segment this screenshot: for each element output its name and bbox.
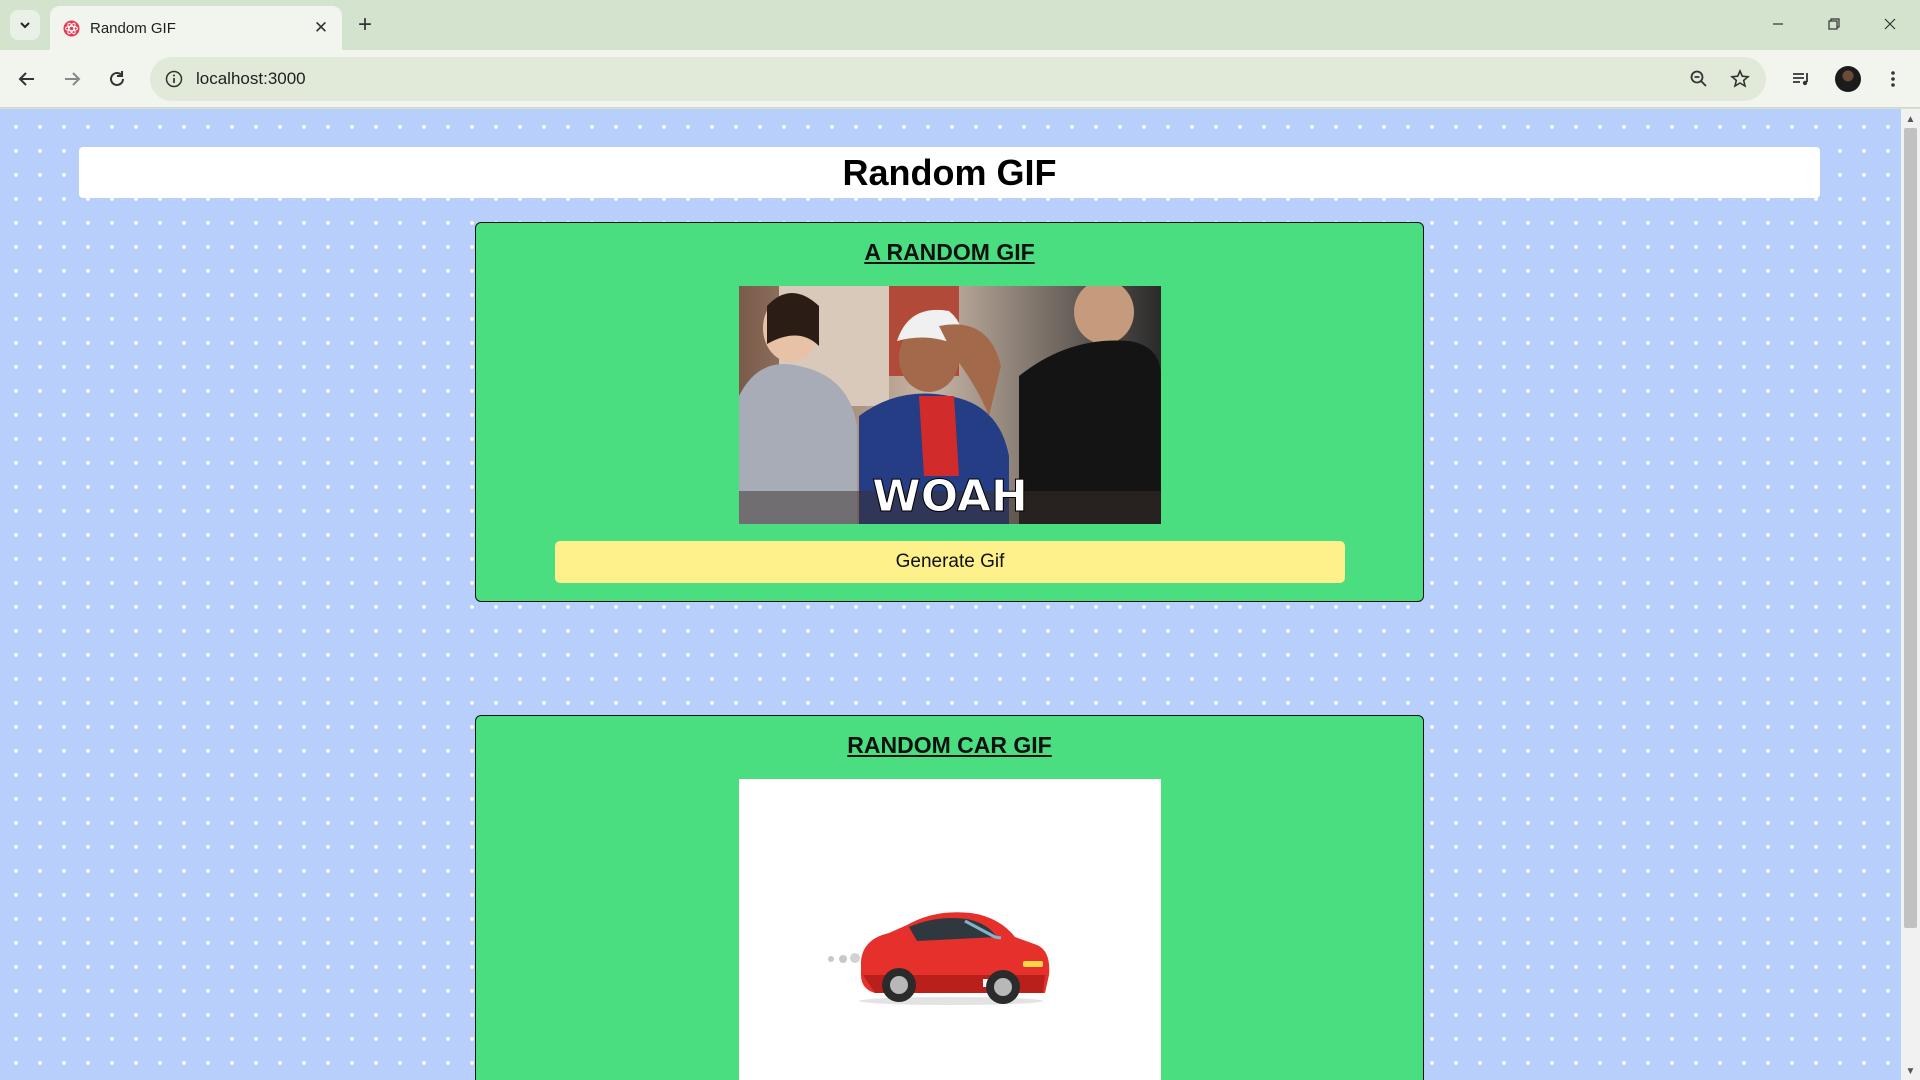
generate-gif-button[interactable]: Generate Gif bbox=[555, 541, 1345, 583]
site-info-icon[interactable] bbox=[162, 67, 186, 91]
chevron-down-icon bbox=[20, 22, 30, 29]
vertical-scrollbar[interactable]: ▲ ▼ bbox=[1901, 109, 1920, 1080]
more-menu-icon[interactable] bbox=[1877, 63, 1909, 95]
minimize-window-icon[interactable] bbox=[1750, 0, 1806, 48]
forward-arrow-icon[interactable] bbox=[54, 61, 90, 97]
tab-search-button[interactable] bbox=[10, 10, 40, 40]
page-header: Random GIF bbox=[79, 147, 1820, 198]
page-viewport: Random GIF A RANDOM GIF WOAH Generate Gi… bbox=[0, 109, 1901, 1080]
card-heading: RANDOM CAR GIF bbox=[847, 732, 1052, 758]
profile-avatar[interactable] bbox=[1835, 66, 1861, 92]
address-bar[interactable]: localhost:3000 bbox=[150, 57, 1766, 101]
close-tab-icon[interactable]: ✕ bbox=[309, 16, 333, 40]
back-arrow-icon[interactable] bbox=[9, 61, 45, 97]
react-favicon-icon bbox=[63, 20, 80, 37]
zoom-icon[interactable] bbox=[1685, 65, 1713, 93]
new-tab-button[interactable]: + bbox=[350, 10, 380, 40]
scrollbar-thumb[interactable] bbox=[1904, 128, 1917, 928]
media-queue-icon[interactable] bbox=[1785, 63, 1817, 95]
scroll-up-arrow-icon[interactable]: ▲ bbox=[1905, 112, 1916, 126]
card-heading: A RANDOM GIF bbox=[864, 239, 1035, 265]
restore-window-icon[interactable] bbox=[1806, 0, 1862, 48]
random-gif-card: A RANDOM GIF WOAH Generate Gif bbox=[475, 222, 1424, 602]
random-car-gif-card: RANDOM CAR GIF bbox=[475, 715, 1424, 1080]
tab-strip: Random GIF ✕ + bbox=[0, 0, 1920, 50]
random-car-gif-image bbox=[739, 779, 1161, 1080]
reload-icon[interactable] bbox=[99, 61, 135, 97]
url-text: localhost:3000 bbox=[196, 69, 306, 88]
tab-title: Random GIF bbox=[90, 20, 176, 37]
active-tab[interactable]: Random GIF ✕ bbox=[50, 6, 342, 50]
random-gif-image: WOAH bbox=[739, 286, 1161, 524]
scroll-down-arrow-icon[interactable]: ▼ bbox=[1905, 1064, 1916, 1078]
bookmark-star-icon[interactable] bbox=[1726, 65, 1754, 93]
red-car-illustration bbox=[828, 912, 1050, 1005]
close-window-icon[interactable] bbox=[1862, 0, 1918, 48]
browser-toolbar: localhost:3000 bbox=[0, 50, 1920, 108]
page-title: Random GIF bbox=[842, 151, 1057, 193]
gif-caption: WOAH bbox=[872, 471, 1028, 522]
